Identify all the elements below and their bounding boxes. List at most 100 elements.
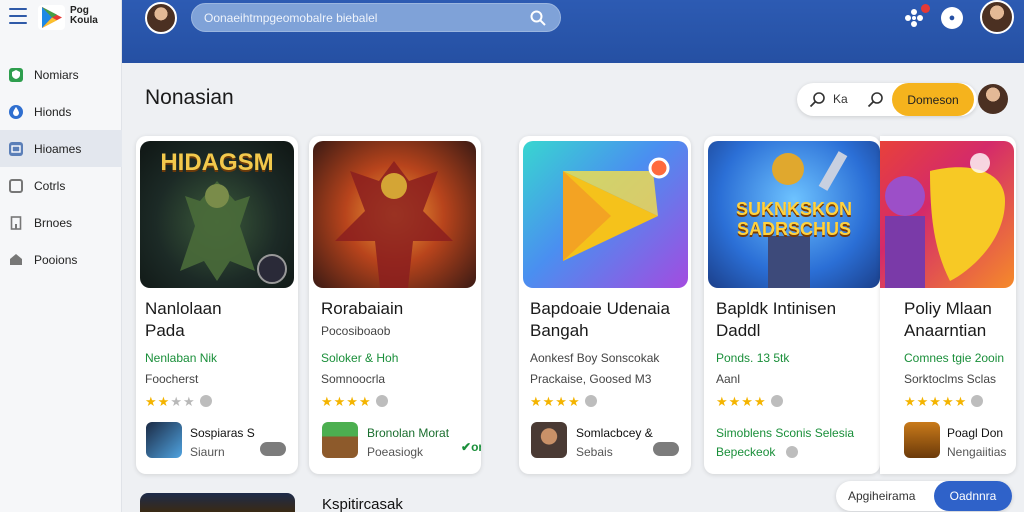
app-card-title: Bapdoaie Udenaia Bangah — [530, 298, 670, 342]
search-icon[interactable] — [867, 91, 885, 109]
app-card-image — [313, 141, 476, 288]
rating-stars: ★★★★ — [321, 394, 388, 410]
app-card-title-line: Daddl — [716, 321, 761, 340]
home-icon — [9, 253, 23, 267]
related-app-title[interactable]: Sospiaras S — [190, 426, 255, 440]
related-app-subtitle: Nengaiitias — [947, 445, 1007, 459]
bottom-action-button[interactable]: Oadnnra — [934, 481, 1012, 511]
related-app-title[interactable]: Somlacbcey & — [576, 426, 653, 440]
sidebar-item-cotrls[interactable]: Cotrls — [0, 167, 122, 204]
chat-icon[interactable]: ● — [941, 7, 963, 29]
app-card-title: Rorabaiain — [321, 298, 403, 320]
app-card[interactable]: SUKNKSKON SADRSCHUS Bapldk Intinisen Dad… — [704, 136, 880, 474]
toolbar-label: Ka — [833, 92, 848, 106]
info-icon[interactable] — [770, 395, 783, 407]
app-card[interactable]: Rorabaiain Pocosiboaob Soloker & Hoh Som… — [309, 136, 481, 474]
rating-stars: ★★★★ — [530, 394, 597, 410]
sidebar-item-hionds[interactable]: Hionds — [0, 93, 122, 130]
app-card-image — [523, 141, 688, 288]
app-card-subtitle: Aanl — [716, 372, 741, 386]
bottom-action-label: Apgiheirama — [848, 489, 916, 503]
app-card-title-line: Anaarntian — [904, 321, 987, 340]
info-icon[interactable] — [971, 395, 984, 407]
install-badge[interactable]: ✔on — [461, 440, 481, 454]
next-row-app-thumbnail[interactable] — [140, 493, 295, 512]
search-icon[interactable] — [809, 91, 827, 109]
sidebar-item-label: Brnoes — [34, 215, 73, 230]
app-card-developer[interactable]: Ponds. 13 5tk — [716, 351, 789, 365]
more-options-icon[interactable] — [260, 442, 286, 456]
search-bar — [191, 3, 561, 32]
sidebar-item-label: Cotrls — [34, 178, 66, 193]
more-options-icon[interactable] — [653, 442, 679, 456]
sidebar-item-label: Pooions — [34, 252, 78, 267]
related-app-subtitle: Bepeckeok — [716, 445, 776, 459]
menu-icon[interactable] — [9, 8, 27, 24]
app-card-image — [880, 141, 1014, 288]
app-card-image-text: SUKNKSKON SADRSCHUS — [735, 199, 852, 239]
app-logo-text: Pog Koula — [70, 5, 98, 26]
next-row-title: Kspitircasak — [322, 496, 403, 512]
app-card[interactable]: Poliy Mlaan Anaarntian Comnes tgie 2ooin… — [880, 136, 1016, 474]
related-app-title[interactable]: Poagl Don — [947, 426, 1003, 440]
folder-icon — [9, 141, 23, 156]
section-title: Nonasian — [145, 86, 234, 109]
app-card-title-line: Bangah — [530, 321, 589, 340]
window-icon — [9, 178, 23, 193]
sidebar-item-hioames[interactable]: Hioames — [0, 130, 122, 167]
sidebar-item-label: Hioames — [34, 141, 82, 156]
top-header: ● — [122, 0, 1024, 63]
info-icon[interactable] — [375, 395, 388, 407]
app-card-title-line: Rorabaiain — [321, 299, 404, 318]
app-card[interactable]: HIDAGSM Nanlolaan Pada Nenlaban Nik Fooc… — [136, 136, 298, 474]
rating-stars: ★★★★ — [716, 394, 783, 410]
info-icon[interactable] — [199, 395, 212, 407]
related-app-thumbnail[interactable] — [904, 422, 940, 458]
notification-badge — [921, 4, 930, 13]
app-card-title-line: Pada — [145, 321, 185, 340]
droplet-icon — [9, 104, 23, 119]
shield-icon — [9, 67, 23, 82]
sidebar-item-nomiars[interactable]: Nomiars — [0, 56, 122, 93]
sidebar-item-label: Nomiars — [34, 67, 79, 82]
app-card-image-text: HIDAGSM — [160, 149, 274, 176]
profile-avatar[interactable] — [980, 0, 1014, 34]
app-card-title: Nanlolaan Pada — [145, 298, 222, 342]
app-card-title-line: Bapdoaie Udenaia — [530, 299, 670, 318]
toolbar-avatar[interactable] — [978, 84, 1008, 114]
play-store-logo-icon[interactable] — [38, 5, 65, 30]
search-input[interactable] — [204, 4, 524, 31]
related-app-thumbnail[interactable] — [531, 422, 567, 458]
sidebar-item-brnoes[interactable]: Brnoes — [0, 204, 122, 241]
sidebar-nav: Nomiars Hionds Hioames Cotrls Brnoes Poo… — [0, 56, 122, 278]
app-card-subtitle: Prackaise, Goosed M3 — [530, 372, 652, 386]
sidebar-item-label: Hionds — [34, 104, 72, 119]
app-card-subtitle: Somnoocrla — [321, 372, 386, 386]
app-card-developer[interactable]: Nenlaban Nik — [145, 351, 217, 365]
app-card[interactable]: Bapdoaie Udenaia Bangah Aonkesf Boy Sons… — [519, 136, 691, 474]
related-app-title[interactable]: Simoblens Sconis Selesia — [716, 426, 854, 440]
building-icon — [9, 215, 23, 230]
app-card-developer[interactable]: Aonkesf Boy Sonscokak — [530, 351, 659, 365]
app-card-developer[interactable]: Soloker & Hoh — [321, 351, 398, 365]
app-card-subtitle-top: Pocosiboaob — [321, 324, 391, 338]
section-toolbar: Ka Domeson — [797, 83, 977, 116]
sidebar: Pog Koula Nomiars Hionds Hioames Cotrls … — [0, 0, 122, 512]
app-card-image: HIDAGSM — [140, 141, 294, 288]
info-icon[interactable] — [584, 395, 597, 407]
rating-stars: ★★★★★ — [904, 394, 984, 410]
sidebar-item-pooions[interactable]: Pooions — [0, 241, 122, 278]
app-card-title: Bapldk Intinisen Daddl — [716, 298, 836, 342]
related-app-thumbnail[interactable] — [322, 422, 358, 458]
app-card-title-line: Nanlolaan — [145, 299, 222, 318]
info-icon[interactable] — [786, 446, 798, 458]
related-app-title[interactable]: Bronolan Morat — [367, 426, 449, 440]
app-card-image: SUKNKSKON SADRSCHUS — [708, 141, 880, 288]
user-avatar[interactable] — [145, 2, 177, 34]
app-card-title-line: Poliy Mlaan — [904, 299, 992, 318]
related-app-thumbnail[interactable] — [146, 422, 182, 458]
app-card-developer[interactable]: Comnes tgie 2ooin — [904, 351, 1004, 365]
app-card-subtitle: Sorktoclms Sclas — [904, 372, 997, 386]
toolbar-action-button[interactable]: Domeson — [892, 83, 974, 116]
search-icon[interactable] — [530, 10, 546, 26]
